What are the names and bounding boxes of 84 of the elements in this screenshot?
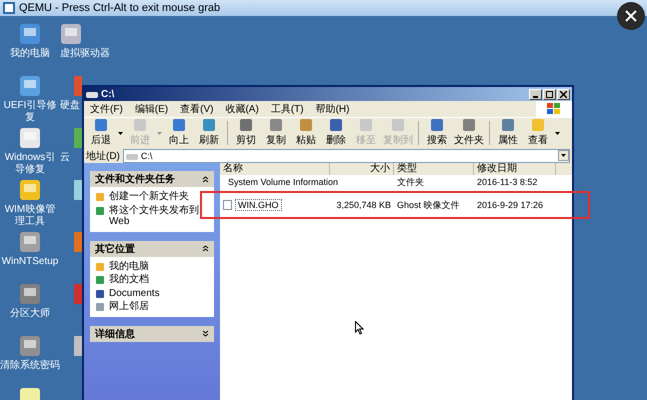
chevron-icon <box>202 330 209 337</box>
toolbar-button[interactable]: 删除 <box>321 119 351 147</box>
task-link[interactable]: 创建一个新文件夹 <box>109 191 189 202</box>
menu-item[interactable]: 查看(V) <box>174 102 220 116</box>
cursor-icon <box>355 321 364 335</box>
address-label: 地址(D) <box>86 150 120 162</box>
maximize-icon <box>546 90 553 98</box>
task-link[interactable]: 网上邻居 <box>109 301 149 312</box>
icon-label: 云 <box>60 152 70 164</box>
window-title: QEMU - Press Ctrl-Alt to exit mouse grab <box>19 2 220 14</box>
panel-header[interactable]: 其它位置 <box>90 240 214 256</box>
drive-icon <box>86 90 98 98</box>
icon-label: 虚拟驱动器 <box>60 48 110 60</box>
menu-item[interactable]: 收藏(A) <box>219 102 265 116</box>
square-icon <box>392 119 404 131</box>
close-icon <box>560 90 567 98</box>
toolbar-button[interactable]: 后退 <box>86 119 116 147</box>
panel-header[interactable]: 文件和文件夹任务 <box>90 171 214 187</box>
window-title: C:\ <box>101 88 114 100</box>
menu-item[interactable]: 文件(F) <box>84 102 129 116</box>
close-button[interactable] <box>617 2 645 30</box>
toolbar-button[interactable]: 文件夹 <box>452 119 486 147</box>
icon-label: 清除系统密码 <box>0 360 60 372</box>
column-header[interactable]: 修改日期 <box>474 163 556 175</box>
icon-label: 我的电脑 <box>10 48 50 60</box>
square-icon <box>360 119 372 131</box>
toolbar-button[interactable]: 查看 <box>523 119 553 147</box>
chevron-icon <box>202 245 209 252</box>
square-icon <box>300 119 312 131</box>
table-cell: 3,250,748 KB <box>336 200 391 210</box>
square-icon <box>203 119 215 131</box>
icon-label: Widnows引导修复 <box>4 152 56 176</box>
square-icon <box>240 119 252 131</box>
minimize-button[interactable] <box>529 88 542 100</box>
table-cell: 2016-9-29 17:26 <box>477 200 544 210</box>
square-icon <box>173 119 185 131</box>
caret-icon[interactable] <box>118 132 123 134</box>
maximize-button[interactable] <box>543 88 556 100</box>
toolbar-button[interactable]: 属性 <box>493 119 523 147</box>
dropdown-button[interactable] <box>558 150 569 161</box>
task-link[interactable]: 我的电脑 <box>109 260 149 272</box>
square-icon <box>463 119 475 131</box>
close-button[interactable] <box>557 88 570 100</box>
icon-label: 硬盘 <box>60 100 80 112</box>
menu-item[interactable]: 编辑(E) <box>128 102 174 116</box>
icon-label: WinNTSetup <box>2 256 58 268</box>
table-cell: Ghost 映像文件 <box>397 198 460 212</box>
toolbar-button[interactable]: 剪切 <box>231 119 261 147</box>
icon-label: 分区大师 <box>10 308 50 320</box>
file-name[interactable]: WIN.GHO <box>235 199 282 211</box>
drive-icon <box>126 152 138 160</box>
panel-header[interactable]: 详细信息 <box>90 326 214 342</box>
icon-label: UEFI引导修复 <box>2 100 58 124</box>
file-icon <box>223 200 232 210</box>
column-header[interactable]: 名称 <box>220 163 330 175</box>
square-icon <box>502 119 514 131</box>
icon-label: WIM映像管理工具 <box>4 204 56 228</box>
table-cell: 2016-11-3 8:52 <box>477 177 538 187</box>
toolbar-button[interactable]: 搜索 <box>422 119 452 147</box>
toolbar-button[interactable]: 复制 <box>261 119 291 147</box>
address-field[interactable]: C:\ <box>122 148 570 162</box>
column-header[interactable]: 类型 <box>394 163 474 175</box>
task-link[interactable]: 将这个文件夹发布到 Web <box>109 204 209 228</box>
menu-item[interactable]: 帮助(H) <box>310 102 356 116</box>
square-icon <box>134 119 146 131</box>
caret-icon[interactable] <box>555 132 560 134</box>
table-cell: 文件夹 <box>397 176 424 188</box>
close-icon <box>624 9 638 23</box>
task-link[interactable]: 我的文档 <box>109 274 149 286</box>
flag-icon <box>547 103 561 115</box>
file-name[interactable]: System Volume Information <box>226 177 340 187</box>
square-icon <box>330 119 342 131</box>
toolbar-button[interactable]: 向上 <box>164 119 194 147</box>
file-row[interactable]: System Volume Information 文件夹 2016-11-3 8:52 <box>220 175 572 189</box>
square-icon <box>431 119 443 131</box>
chevron-icon <box>202 176 209 182</box>
square-icon <box>270 119 282 131</box>
toolbar-button[interactable]: 刷新 <box>194 119 224 147</box>
column-header[interactable]: 大小 <box>330 163 394 175</box>
task-link[interactable]: Documents <box>109 288 160 299</box>
square-icon <box>95 119 107 131</box>
menu-item[interactable]: 工具(T) <box>264 102 310 116</box>
square-icon <box>532 119 544 131</box>
toolbar-button[interactable]: 粘贴 <box>291 119 321 147</box>
